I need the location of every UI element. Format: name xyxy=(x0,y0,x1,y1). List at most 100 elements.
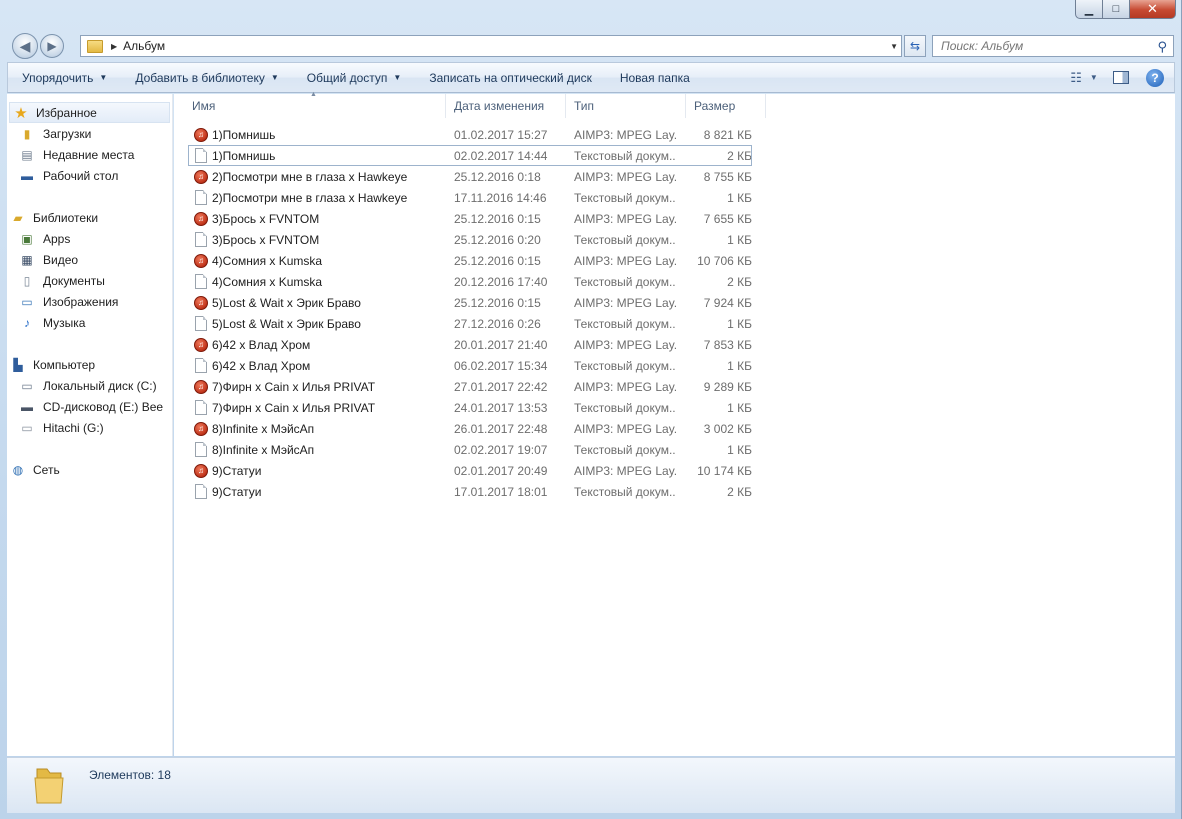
downloads-folder-icon: ▮ xyxy=(23,126,31,141)
apps-library-icon: ▣ xyxy=(21,231,33,246)
file-date: 20.01.2017 21:40 xyxy=(454,337,548,352)
file-row[interactable]: ♫ 6)42 x Влад Хром 20.01.2017 21:40 AIMP3: … xyxy=(188,334,752,355)
navigation-pane: ★ Избранное ▮ Загрузки ▤ Недавние места ▬ Ра… xyxy=(7,94,173,756)
aimp-audio-file-icon: ♫ xyxy=(194,169,208,184)
folder-icon xyxy=(34,768,64,804)
file-type: AIMP3: MPEG Lay... xyxy=(574,127,676,142)
nav-drive-e[interactable]: ▬ CD-дисковод (E:) Bee xyxy=(7,396,172,417)
file-type: AIMP3: MPEG Lay... xyxy=(574,421,676,436)
file-size: 1 КБ xyxy=(727,232,752,247)
search-icon[interactable]: ⚲ xyxy=(1157,39,1167,55)
file-row[interactable]: ♫ 5)Lost & Wait x Эрик Браво 25.12.2016 0:… xyxy=(188,292,752,313)
file-row[interactable]: 1)Помнишь 02.02.2017 14:44 Текстовый докум… xyxy=(188,145,752,166)
breadcrumb-arrow-icon[interactable]: ▶ xyxy=(111,42,117,51)
file-size: 10 174 КБ xyxy=(697,463,752,478)
nav-libraries[interactable]: ▰ Библиотеки xyxy=(7,207,172,228)
chevron-down-icon: ▼ xyxy=(99,73,108,82)
file-row[interactable]: 2)Посмотри мне в глаза x Hawkeye 17.11.20… xyxy=(188,187,752,208)
file-row[interactable]: ♫ 1)Помнишь 01.02.2017 15:27 AIMP3: MPEG La… xyxy=(188,124,752,145)
local-disk-icon: ▭ xyxy=(21,378,33,393)
file-row[interactable]: 6)42 x Влад Хром 06.02.2017 15:34 Текстовы… xyxy=(188,355,752,376)
breadcrumb-current[interactable]: Альбум xyxy=(123,39,165,53)
text-file-icon xyxy=(194,316,208,331)
search-box[interactable]: ⚲ xyxy=(932,35,1174,57)
file-row[interactable]: ♫ 3)Брось x FVNTOM 25.12.2016 0:15 AIMP3: M… xyxy=(188,208,752,229)
new-folder-button[interactable]: Новая папка xyxy=(606,63,704,92)
file-row[interactable]: 3)Брось x FVNTOM 25.12.2016 0:20 Текстовый… xyxy=(188,229,752,250)
cd-drive-icon: ▬ xyxy=(21,399,33,414)
file-row[interactable]: 9)Статуи 17.01.2017 18:01 Текстовый докум.… xyxy=(188,481,752,502)
share-button[interactable]: Общий доступ ▼ xyxy=(293,63,416,92)
help-button[interactable]: ? xyxy=(1136,63,1174,92)
file-date: 25.12.2016 0:20 xyxy=(454,232,541,247)
nav-favorites[interactable]: ★ Избранное xyxy=(9,102,170,123)
new-folder-label: Новая папка xyxy=(619,70,690,85)
column-header-date[interactable]: Дата изменения xyxy=(446,94,566,118)
column-header-size[interactable]: Размер xyxy=(686,94,766,118)
preview-pane-button[interactable] xyxy=(1106,63,1136,92)
desktop-icon: ▬ xyxy=(21,168,33,183)
star-icon: ★ xyxy=(14,104,28,122)
address-field[interactable]: ▶ Альбум ▼ xyxy=(80,35,902,57)
nav-network[interactable]: ◍ Сеть xyxy=(7,459,172,480)
burn-button[interactable]: Записать на оптический диск xyxy=(415,63,606,92)
nav-desktop[interactable]: ▬ Рабочий стол xyxy=(7,165,172,186)
organize-button[interactable]: Упорядочить ▼ xyxy=(8,63,121,92)
column-label: Тип xyxy=(574,99,595,113)
column-header-name[interactable]: Имя xyxy=(184,94,446,118)
minimize-button[interactable]: ▁ xyxy=(1075,0,1103,19)
nav-pictures[interactable]: ▭ Изображения xyxy=(7,291,172,312)
file-row[interactable]: ♫ 9)Статуи 02.01.2017 20:49 AIMP3: MPEG Lay… xyxy=(188,460,752,481)
aimp-audio-file-icon: ♫ xyxy=(194,127,208,142)
file-name-cell: 3)Брось x FVNTOM xyxy=(188,232,438,247)
add-to-library-button[interactable]: Добавить в библиотеку ▼ xyxy=(121,63,292,92)
file-size: 7 924 КБ xyxy=(703,295,752,310)
file-row[interactable]: ♫ 4)Сомния x Kumska 25.12.2016 0:15 AIMP3: … xyxy=(188,250,752,271)
nav-music[interactable]: ♪ Музыка xyxy=(7,312,172,333)
nav-apps[interactable]: ▣ Apps xyxy=(7,228,172,249)
file-name-cell: 9)Статуи xyxy=(188,484,438,499)
nav-downloads[interactable]: ▮ Загрузки xyxy=(7,123,172,144)
back-button[interactable]: ◀ xyxy=(12,33,38,59)
column-header-type[interactable]: Тип xyxy=(566,94,686,118)
file-row[interactable]: 7)Фирн x Cain x Илья PRIVAT 24.01.2017 13… xyxy=(188,397,752,418)
forward-arrow-icon: ▶ xyxy=(47,39,57,53)
network-icon: ◍ xyxy=(12,462,24,477)
nav-computer[interactable]: ▙ Компьютер xyxy=(7,354,172,375)
nav-drive-c[interactable]: ▭ Локальный диск (C:) xyxy=(7,375,172,396)
file-row[interactable]: 4)Сомния x Kumska 20.12.2016 17:40 Текстов… xyxy=(188,271,752,292)
address-dropdown-icon[interactable]: ▼ xyxy=(890,42,898,51)
share-label: Общий доступ xyxy=(306,70,388,85)
file-size: 1 КБ xyxy=(727,442,752,457)
file-name-cell: ♫ 2)Посмотри мне в глаза x Hawkeye xyxy=(188,169,438,184)
nav-drive-g[interactable]: ▭ Hitachi (G:) xyxy=(7,417,172,438)
file-row[interactable]: 5)Lost & Wait x Эрик Браво 27.12.2016 0:2… xyxy=(188,313,752,334)
computer-icon: ▙ xyxy=(13,357,23,372)
aimp-audio-file-icon: ♫ xyxy=(194,211,208,226)
file-name: 7)Фирн x Cain x Илья PRIVAT xyxy=(212,379,376,394)
nav-video[interactable]: ▦ Видео xyxy=(7,249,172,270)
file-size: 2 КБ xyxy=(727,484,752,499)
preview-pane-icon xyxy=(1113,71,1129,84)
refresh-button[interactable]: ⇆ xyxy=(904,35,926,57)
view-options-button[interactable]: ☷ ▼ xyxy=(1062,63,1106,92)
file-name: 8)Infinite x МэйсАп xyxy=(212,421,315,436)
file-name: 2)Посмотри мне в глаза x Hawkeye xyxy=(212,190,408,205)
file-row[interactable]: ♫ 7)Фирн x Cain x Илья PRIVAT 27.01.2017 2… xyxy=(188,376,752,397)
window-controls: ▁ □ ✕ xyxy=(1075,0,1176,19)
file-row[interactable]: ♫ 2)Посмотри мне в глаза x Hawkeye 25.12.2… xyxy=(188,166,752,187)
file-size: 2 КБ xyxy=(727,274,752,289)
nav-documents[interactable]: ▯ Документы xyxy=(7,270,172,291)
close-button[interactable]: ✕ xyxy=(1130,0,1176,19)
nav-recent-places[interactable]: ▤ Недавние места xyxy=(7,144,172,165)
nav-label: Избранное xyxy=(36,105,97,120)
file-row[interactable]: ♫ 8)Infinite x МэйсАп 26.01.2017 22:48 AIMP… xyxy=(188,418,752,439)
nav-label: Музыка xyxy=(43,315,86,330)
file-name: 4)Сомния x Kumska xyxy=(212,274,323,289)
search-input[interactable] xyxy=(941,39,1141,53)
file-date: 27.01.2017 22:42 xyxy=(454,379,548,394)
forward-button[interactable]: ▶ xyxy=(40,34,64,58)
maximize-button[interactable]: □ xyxy=(1103,0,1130,19)
file-name-cell: ♫ 6)42 x Влад Хром xyxy=(188,337,438,352)
file-row[interactable]: 8)Infinite x МэйсАп 02.02.2017 19:07 Текст… xyxy=(188,439,752,460)
